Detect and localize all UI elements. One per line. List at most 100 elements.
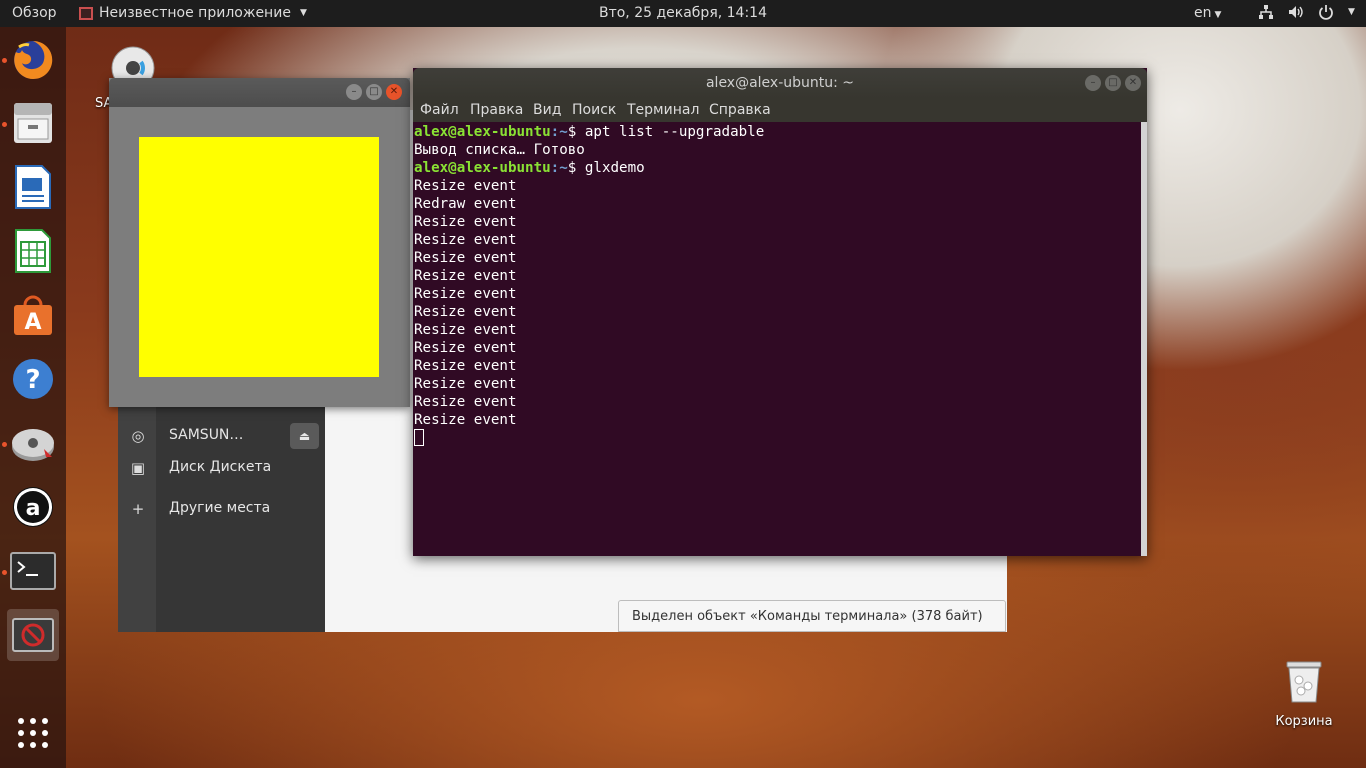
disc-icon bbox=[12, 429, 54, 461]
show-apps-icon bbox=[18, 718, 48, 748]
prompt-path: :~ bbox=[550, 124, 568, 140]
window-titlebar[interactable]: – □ ✕ bbox=[109, 78, 410, 107]
sidebar-item-other-places[interactable]: + Другие места bbox=[118, 494, 325, 524]
close-button[interactable]: ✕ bbox=[1125, 75, 1141, 91]
terminal-line: Resize event bbox=[414, 286, 517, 302]
terminal-line: Resize event bbox=[414, 178, 517, 194]
software-center-icon: A bbox=[14, 295, 52, 335]
network-icon bbox=[1259, 5, 1273, 19]
system-tray[interactable]: ▼ bbox=[1258, 4, 1355, 20]
writer-launcher[interactable] bbox=[7, 161, 59, 213]
svg-text:?: ? bbox=[25, 365, 40, 395]
prompt-user: alex@alex-ubuntu bbox=[414, 124, 551, 140]
floppy-icon: ▣ bbox=[130, 459, 146, 477]
maximize-icon: □ bbox=[1108, 77, 1118, 88]
trash-icon bbox=[1286, 661, 1322, 703]
close-icon: ✕ bbox=[1128, 77, 1138, 88]
terminal-line: Redraw event bbox=[414, 196, 517, 212]
terminal-line: Resize event bbox=[414, 250, 517, 266]
blocked-app-icon bbox=[12, 618, 54, 652]
calc-icon bbox=[15, 229, 51, 273]
terminal-line: Вывод списка… Готово bbox=[414, 142, 585, 158]
chevron-down-icon: ▼ bbox=[1214, 10, 1222, 20]
command-text: glxdemo bbox=[584, 160, 645, 176]
menu-terminal[interactable]: Терминал bbox=[627, 102, 699, 118]
trash[interactable]: Корзина bbox=[1270, 660, 1338, 729]
minimize-icon: – bbox=[351, 86, 357, 97]
terminal-line: alex@alex-ubuntu:~$ glxdemo bbox=[414, 159, 1141, 177]
svg-text:a: a bbox=[26, 496, 41, 521]
menu-help[interactable]: Справка bbox=[709, 102, 771, 118]
terminal-line: Resize event bbox=[414, 268, 517, 284]
terminal-line: Resize event bbox=[414, 412, 517, 428]
close-button[interactable]: ✕ bbox=[386, 84, 402, 100]
app-menu[interactable]: Неизвестное приложение ▼ bbox=[79, 5, 307, 21]
terminal-line: Resize event bbox=[414, 232, 517, 248]
menu-edit[interactable]: Правка bbox=[470, 102, 523, 118]
language-indicator[interactable]: en ▼ bbox=[1194, 5, 1221, 21]
firefox-icon bbox=[14, 40, 53, 79]
app-menu-label: Неизвестное приложение bbox=[99, 5, 291, 21]
top-bar: Обзор Неизвестное приложение ▼ Вто, 25 д… bbox=[0, 0, 1366, 27]
menu-view[interactable]: Вид bbox=[533, 102, 561, 118]
maximize-button[interactable]: □ bbox=[1105, 75, 1121, 91]
language-label: en bbox=[1194, 5, 1212, 21]
amazon-launcher[interactable]: a bbox=[7, 481, 59, 533]
terminal-cursor bbox=[414, 429, 424, 446]
terminal-menubar: Файл Правка Вид Поиск Терминал Справка bbox=[413, 98, 1147, 122]
prompt-path: :~ bbox=[550, 160, 568, 176]
plus-icon: + bbox=[131, 500, 145, 518]
trash-label: Корзина bbox=[1275, 714, 1333, 729]
maximize-button[interactable]: □ bbox=[366, 84, 382, 100]
close-icon: ✕ bbox=[389, 86, 399, 97]
amazon-icon: a bbox=[13, 487, 53, 527]
terminal-launcher[interactable] bbox=[7, 545, 59, 597]
terminal-icon bbox=[10, 552, 56, 590]
help-icon: ? bbox=[13, 359, 53, 399]
prompt-symbol: $ bbox=[567, 160, 577, 176]
files-icon bbox=[14, 103, 52, 143]
status-bubble: Выделен объект «Команды терминала» (378 … bbox=[618, 600, 1006, 632]
sidebar-item-label: Диск Дискета bbox=[169, 459, 272, 475]
window-titlebar[interactable]: alex@alex-ubuntu: ~ – □ ✕ bbox=[413, 68, 1147, 98]
terminal-output[interactable]: alex@alex-ubuntu:~$ apt list --upgradabl… bbox=[413, 122, 1141, 556]
help-launcher[interactable]: ? bbox=[7, 353, 59, 405]
svg-text:A: A bbox=[24, 310, 41, 335]
eject-button[interactable]: ⏏ bbox=[290, 423, 319, 449]
terminal-line: alex@alex-ubuntu:~$ apt list --upgradabl… bbox=[414, 123, 1141, 141]
sidebar-item-samsung[interactable]: ◎ SAMSUN… ⏏ bbox=[118, 421, 325, 451]
sidebar-item-label: SAMSUN… bbox=[169, 427, 244, 443]
menu-search[interactable]: Поиск bbox=[572, 102, 616, 118]
calc-launcher[interactable] bbox=[7, 225, 59, 277]
sidebar-item-floppy[interactable]: ▣ Диск Дискета bbox=[118, 453, 325, 483]
activities-button[interactable]: Обзор bbox=[12, 5, 57, 21]
minimize-button[interactable]: – bbox=[1085, 75, 1101, 91]
firefox-launcher[interactable] bbox=[7, 34, 59, 86]
app-menu-icon bbox=[79, 6, 93, 20]
terminal-window[interactable]: alex@alex-ubuntu: ~ – □ ✕ Файл Правка Ви… bbox=[413, 68, 1147, 556]
disc-icon: ◎ bbox=[131, 427, 145, 445]
minimize-button[interactable]: – bbox=[346, 84, 362, 100]
terminal-line: Resize event bbox=[414, 304, 517, 320]
software-launcher[interactable]: A bbox=[7, 289, 59, 341]
prompt-symbol: $ bbox=[567, 124, 577, 140]
clock[interactable]: Вто, 25 декабря, 14:14 bbox=[599, 5, 767, 21]
gl-canvas-square bbox=[139, 137, 379, 377]
prompt-user: alex@alex-ubuntu bbox=[414, 160, 551, 176]
glxdemo-launcher[interactable] bbox=[7, 609, 59, 661]
terminal-scrollbar[interactable] bbox=[1141, 122, 1147, 556]
sidebar-item-label: Другие места bbox=[169, 500, 271, 516]
menu-file[interactable]: Файл bbox=[420, 102, 459, 118]
disc-launcher[interactable] bbox=[7, 417, 59, 469]
writer-icon bbox=[15, 165, 51, 209]
maximize-icon: □ bbox=[369, 86, 379, 97]
chevron-down-icon: ▼ bbox=[1348, 7, 1355, 17]
files-launcher[interactable] bbox=[7, 97, 59, 149]
terminal-line: Resize event bbox=[414, 376, 517, 392]
show-apps-button[interactable] bbox=[7, 707, 59, 759]
window-title: alex@alex-ubuntu: ~ bbox=[705, 75, 855, 91]
chevron-down-icon: ▼ bbox=[299, 8, 307, 18]
glxdemo-window[interactable]: – □ ✕ bbox=[109, 78, 410, 407]
terminal-line bbox=[414, 429, 1141, 447]
terminal-line: Resize event bbox=[414, 340, 517, 356]
